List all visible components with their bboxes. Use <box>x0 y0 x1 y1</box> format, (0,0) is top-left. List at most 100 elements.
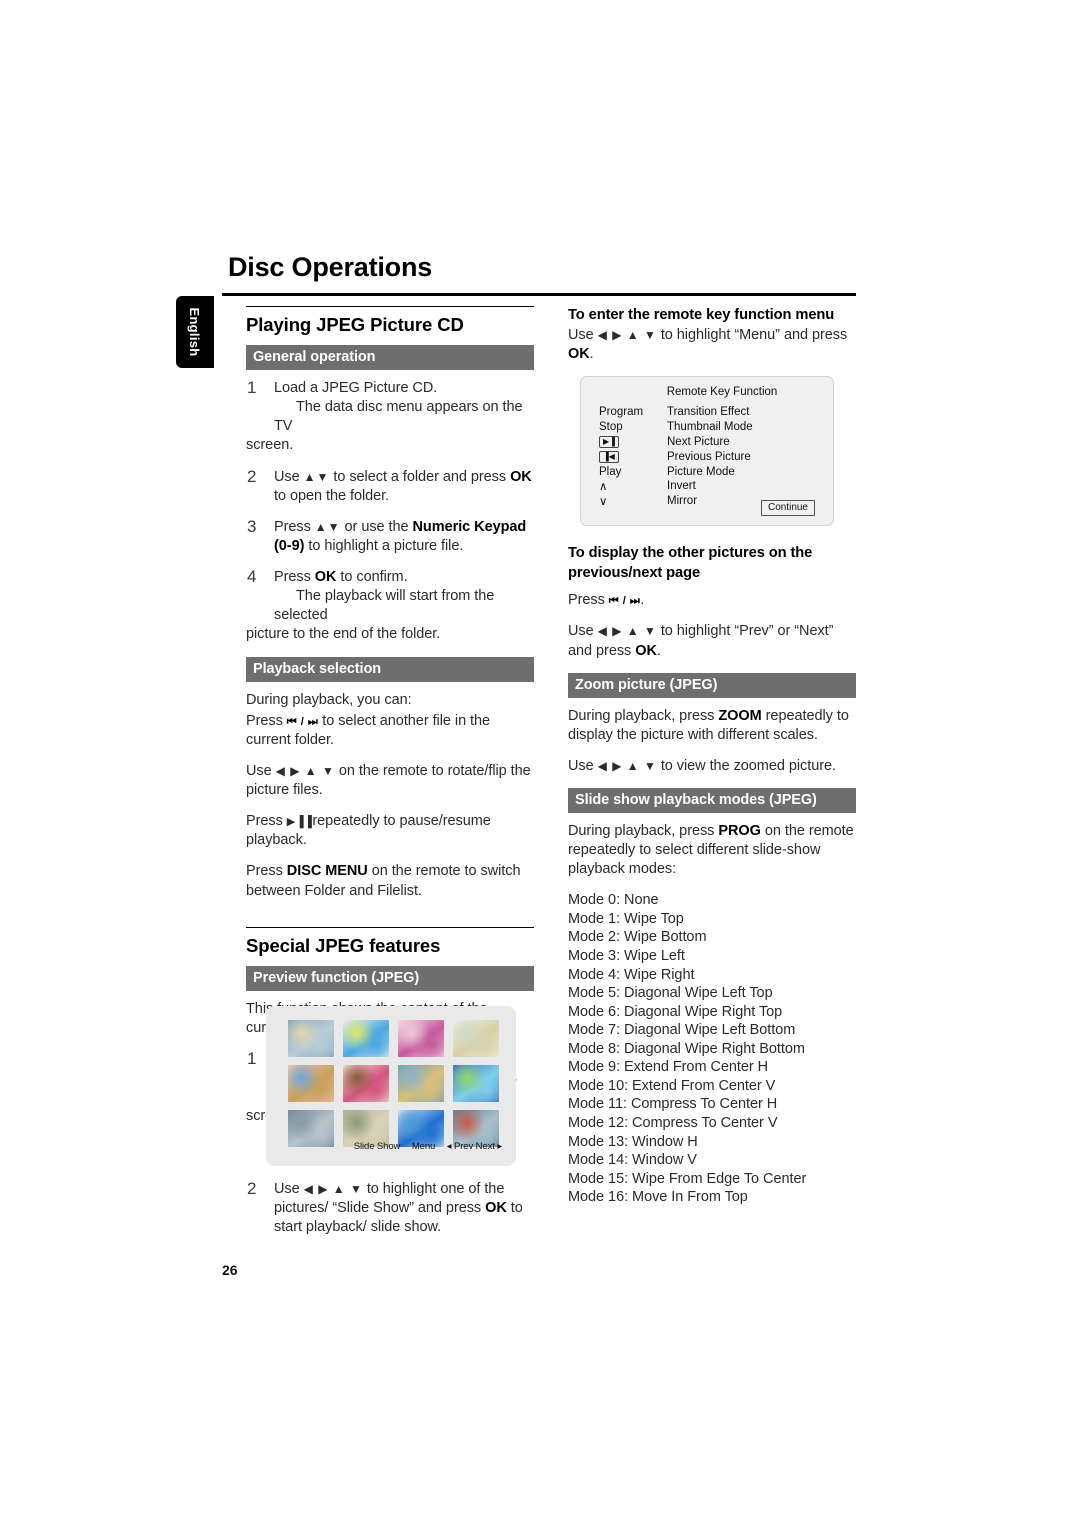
text-pre: Use <box>246 762 276 779</box>
updown-arrows-icon: ▲▼ <box>314 519 341 534</box>
thumbnail-4[interactable] <box>453 1020 499 1057</box>
text-pre: Press <box>246 813 287 830</box>
playback-paragraph-1: Press ⏮ / ⏭ to select another file in th… <box>246 712 534 750</box>
step-number: 4 <box>247 567 257 586</box>
thumbnail-8[interactable] <box>453 1065 499 1102</box>
zoom-paragraph-1: During playback, press ZOOM repeatedly t… <box>568 707 856 745</box>
step-subtext: The data disc menu appears on the TV <box>274 399 523 435</box>
heading-remote-key-menu: To enter the remote key function menu <box>568 307 835 323</box>
step-4: 4 Press OK to confirm. The playback will … <box>246 567 534 645</box>
left-column-bottom: 2 Use ◀ ▶ ▲ ▼ to highlight one of the pic… <box>246 1179 534 1249</box>
step-text: Load a JPEG Picture CD. <box>274 380 438 396</box>
manual-page: Disc Operations English Playing JPEG Pic… <box>0 0 1080 1528</box>
mode-item: Mode 4: Wipe Right <box>568 966 695 983</box>
thumbnail-grid <box>288 1020 499 1147</box>
thumbnail-2[interactable] <box>343 1020 389 1057</box>
thumbnail-5[interactable] <box>288 1065 334 1102</box>
key-prog: PROG <box>718 823 761 840</box>
step-number: 2 <box>247 1179 257 1198</box>
step-3: 3 Press ▲▼ or use the Numeric Keypad (0-9… <box>246 516 534 556</box>
other-pictures-paragraph-1: Press ⏮ / ⏭. <box>568 591 856 610</box>
prev-next-track-icon: ⏮ / ⏭ <box>286 715 319 728</box>
text-pre: Use <box>568 757 598 774</box>
text-post: . <box>640 592 645 609</box>
page-number: 26 <box>222 1262 238 1278</box>
step-text-post: to confirm. <box>336 569 408 585</box>
mode-item: Mode 16: Move In From Top <box>568 1189 748 1206</box>
thumbnail-6[interactable] <box>343 1065 389 1102</box>
section-rule <box>246 306 534 307</box>
step-2: 2 Use ▲▼ to select a folder and press OK … <box>246 466 534 506</box>
key-zoom: ZOOM <box>718 707 762 724</box>
rkf-row-program: Program Transition Effect <box>599 405 823 420</box>
playback-paragraph-2: Use ◀ ▶ ▲ ▼ on the remote to rotate/flip… <box>246 762 534 800</box>
previous-picture-icon: ▐◀ <box>599 450 619 463</box>
play-pause-icon: ▶▐▐ <box>286 816 313 829</box>
rkf-key: Program <box>599 406 644 419</box>
updown-arrows-icon: ▲▼ <box>303 469 330 484</box>
text-post: to view the zoomed picture. <box>656 757 836 774</box>
text-pre: Use <box>568 623 598 640</box>
mode-item: Mode 3: Wipe Left <box>568 948 685 965</box>
subsection-bar-playback-selection: Playback selection <box>246 656 534 682</box>
step-number: 3 <box>247 516 257 536</box>
page-title: Disc Operations <box>228 252 433 282</box>
step-number: 2 <box>247 466 257 486</box>
rkf-row-stop: Stop Thumbnail Mode <box>599 420 823 435</box>
mode-item: Mode 8: Diagonal Wipe Right Bottom <box>568 1040 805 1057</box>
rkf-value: Picture Mode <box>667 465 735 478</box>
section-title-special-jpeg: Special JPEG features <box>246 934 441 956</box>
mode-item: Mode 1: Wipe Top <box>568 910 684 927</box>
key-ok: OK <box>485 1200 507 1217</box>
rkf-value: Invert <box>667 480 696 493</box>
key-ok: OK <box>314 569 337 585</box>
rkf-key-down-icon: ∨ <box>599 496 608 509</box>
preview-step-2: 2 Use ◀ ▶ ▲ ▼ to highlight one of the pic… <box>246 1179 534 1237</box>
slideshow-intro: During playback, press PROG on the remot… <box>568 822 856 879</box>
rkf-value: Transition Effect <box>667 406 750 419</box>
mode-item: Mode 5: Diagonal Wipe Left Top <box>568 985 773 1002</box>
rkf-value: Thumbnail Mode <box>667 421 753 434</box>
thumbnail-1[interactable] <box>288 1020 334 1057</box>
step-1: 1 Load a JPEG Picture CD. The data disc … <box>246 378 534 456</box>
mode-item: Mode 12: Compress To Center V <box>568 1114 778 1131</box>
mode-item: Mode 6: Diagonal Wipe Right Top <box>568 1003 783 1020</box>
mode-item: Mode 9: Extend From Center H <box>568 1059 769 1076</box>
heading-other-pictures-line2: previous/next page <box>568 564 701 581</box>
other-pictures-paragraph-2: Use ◀ ▶ ▲ ▼ to highlight “Prev” or “Next… <box>568 622 856 660</box>
rkf-row-invert: ∧ Invert <box>599 479 823 494</box>
subsection-bar-general-operation: General operation <box>246 345 534 370</box>
key-disc-menu: DISC MENU <box>286 863 368 880</box>
step-continuation: screen. <box>246 437 294 454</box>
section-rule <box>246 926 534 928</box>
text-post: . <box>589 345 594 362</box>
rkf-key: Play <box>599 465 622 478</box>
rkf-value: Next Picture <box>667 435 730 448</box>
tv-preview-panel: Slide Show Menu ◂ Prev Next ▸ <box>266 1006 516 1166</box>
subsection-bar-preview-function: Preview function (JPEG) <box>246 965 534 991</box>
rkf-title: Remote Key Function <box>666 385 778 398</box>
subsection-bar-zoom-picture: Zoom picture (JPEG) <box>568 672 856 698</box>
step-text-mid: or use the <box>340 518 413 535</box>
playback-intro: During playback, you can: <box>246 691 412 708</box>
thumbnail-7[interactable] <box>398 1065 444 1102</box>
rkf-key: Stop <box>599 421 623 434</box>
continue-button[interactable]: Continue <box>760 499 815 516</box>
menu-button[interactable]: Menu <box>412 1141 435 1152</box>
rkf-key: ▐◀ <box>599 450 667 463</box>
text-post: . <box>656 642 661 659</box>
remote-menu-body: Use ◀ ▶ ▲ ▼ to highlight “Menu” and pres… <box>568 326 856 364</box>
four-direction-arrows-icon: ◀ ▶ ▲ ▼ <box>597 624 657 639</box>
slide-show-button[interactable]: Slide Show <box>354 1141 401 1152</box>
text-mid: to highlight “Menu” and press <box>656 326 848 343</box>
mode-item: Mode 13: Window H <box>568 1133 698 1150</box>
step-text-pre: Press <box>274 569 315 585</box>
step-number: 1 <box>247 1048 257 1068</box>
prev-next-button[interactable]: ◂ Prev Next ▸ <box>447 1141 502 1152</box>
four-direction-arrows-icon: ◀ ▶ ▲ ▼ <box>597 758 657 773</box>
mode-item: Mode 7: Diagonal Wipe Left Bottom <box>568 1022 796 1039</box>
step-text-post: to highlight a picture file. <box>304 537 464 554</box>
text-pre: During playback, press <box>568 823 719 840</box>
thumbnail-3[interactable] <box>398 1020 444 1057</box>
key-ok: OK <box>510 468 532 485</box>
